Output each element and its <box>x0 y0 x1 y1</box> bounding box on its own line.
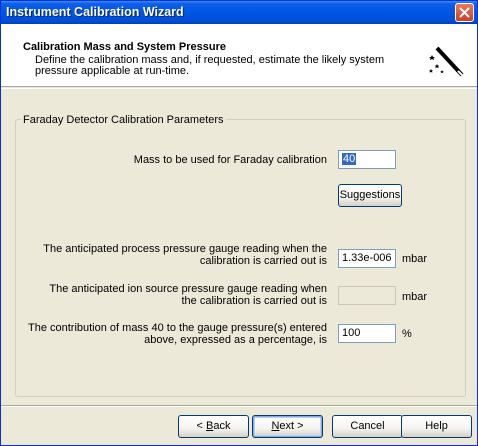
mass-input[interactable]: 40 <box>338 150 396 169</box>
contribution-unit: % <box>402 328 412 340</box>
page-title: Calibration Mass and System Pressure <box>23 41 226 53</box>
back-button[interactable]: < Back <box>178 415 249 438</box>
next-button[interactable]: Next > <box>252 415 323 438</box>
help-button[interactable]: Help <box>401 415 472 438</box>
close-button[interactable] <box>455 3 474 22</box>
wizard-header: Calibration Mass and System Pressure Def… <box>1 24 477 87</box>
process-pressure-input[interactable]: 1.33e-006 <box>338 249 396 268</box>
wizard-window: Instrument Calibration Wizard Calibratio… <box>0 0 478 446</box>
contribution-label: The contribution of mass 40 to the gauge… <box>27 322 327 346</box>
cancel-button[interactable]: Cancel <box>332 415 403 438</box>
magic-wand-icon <box>428 46 464 77</box>
mass-label: Mass to be used for Faraday calibration <box>133 154 327 166</box>
contribution-input[interactable]: 100 <box>338 324 396 343</box>
window-title: Instrument Calibration Wizard <box>6 5 184 19</box>
header-divider <box>1 88 477 89</box>
page-description: Define the calibration mass and, if requ… <box>35 54 385 77</box>
ion-pressure-unit: mbar <box>402 291 428 303</box>
process-pressure-unit: mbar <box>402 253 428 265</box>
title-bar[interactable]: Instrument Calibration Wizard <box>1 1 477 24</box>
ion-pressure-input[interactable] <box>338 286 396 305</box>
close-icon <box>459 7 470 18</box>
ion-pressure-label: The anticipated ion source pressure gaug… <box>49 283 327 307</box>
process-pressure-label: The anticipated process pressure gauge r… <box>43 243 327 267</box>
group-legend: Faraday Detector Calibration Parameters <box>21 114 226 126</box>
suggestions-button[interactable]: Suggestions <box>338 184 402 207</box>
